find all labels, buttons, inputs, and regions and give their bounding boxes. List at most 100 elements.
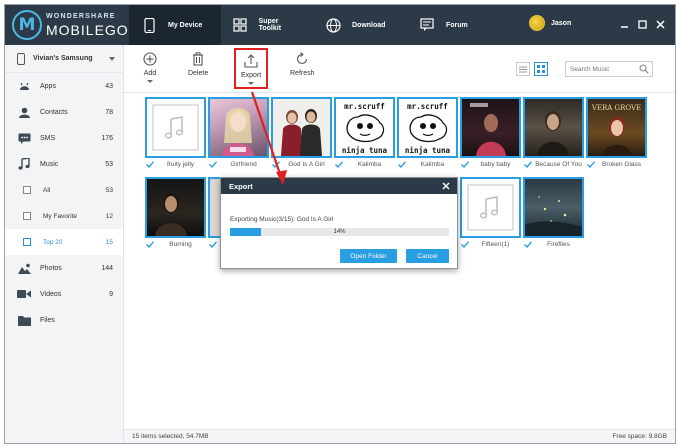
toolkit-grid-icon	[233, 17, 248, 33]
music-item[interactable]: Burning	[145, 177, 206, 249]
dialog-header: Export	[221, 178, 457, 194]
music-item[interactable]: fruity jelly	[145, 97, 206, 169]
checkmark-icon[interactable]	[208, 239, 218, 249]
music-item[interactable]: baby baby	[460, 97, 521, 169]
sidebar-subitem-my-favorite[interactable]: My Favorite 12	[5, 203, 123, 229]
music-note-placeholder-icon	[467, 184, 514, 231]
music-item[interactable]: mr.scruff ninja tuna Kalimba	[397, 97, 458, 169]
playlist-icon	[23, 186, 31, 194]
globe-icon	[325, 17, 341, 33]
music-item[interactable]: Fifteen(1)	[460, 177, 521, 249]
grid-view-button[interactable]	[534, 62, 548, 76]
close-icon	[655, 19, 665, 29]
playlist-icon	[23, 212, 31, 220]
sidebar-item-photos[interactable]: Photos 144	[5, 255, 123, 281]
album-cover	[145, 97, 206, 158]
album-cover	[271, 97, 332, 158]
music-item-footer: fruity jelly	[145, 159, 206, 169]
tab-my-device[interactable]: My Device	[129, 5, 221, 45]
close-window-button[interactable]	[651, 17, 669, 31]
checkmark-icon[interactable]	[145, 159, 155, 169]
music-item-title: baby baby	[480, 160, 511, 168]
open-folder-button[interactable]: Open Folder	[340, 249, 397, 263]
sidebar-subitem-label: My Favorite	[43, 212, 77, 220]
grid-icon	[537, 65, 545, 73]
checkmark-icon[interactable]	[208, 159, 218, 169]
music-item[interactable]: Fireflies	[523, 177, 584, 249]
checkmark-icon[interactable]	[523, 239, 533, 249]
album-art-abstract	[525, 196, 582, 236]
checkmark-icon[interactable]	[145, 239, 155, 249]
music-item[interactable]: mr.scruff ninja tuna Kalimba	[334, 97, 395, 169]
sidebar-item-files[interactable]: Files	[5, 307, 123, 333]
checkmark-icon[interactable]	[586, 159, 596, 169]
sidebar-item-videos[interactable]: Videos 9	[5, 281, 123, 307]
delete-button[interactable]: Delete	[188, 51, 208, 77]
album-art-mr-scruff: mr.scruff ninja tuna	[399, 99, 456, 156]
sms-icon	[17, 132, 31, 144]
list-view-button[interactable]	[516, 62, 530, 76]
export-button[interactable]: Export	[234, 48, 269, 89]
search-box	[565, 61, 653, 77]
music-item-footer: Burning	[145, 239, 206, 249]
music-item[interactable]: VERA GROVE Broken Glass	[586, 97, 647, 169]
sidebar-subitem-count: 53	[105, 186, 113, 194]
checkmark-icon[interactable]	[460, 239, 470, 249]
device-name: Vivian's Samsung	[33, 55, 93, 62]
export-label: Export	[241, 72, 262, 79]
dialog-close-button[interactable]	[441, 181, 451, 191]
tab-super-toolkit-label: Super Toolkit	[258, 18, 282, 32]
sidebar-subitem-all[interactable]: All 53	[5, 177, 123, 203]
checkmark-icon[interactable]	[460, 159, 470, 169]
user-name: Jason	[551, 19, 572, 27]
minimize-button[interactable]	[615, 17, 633, 31]
add-button[interactable]: Add	[142, 51, 158, 83]
tab-download[interactable]: Download	[313, 5, 407, 45]
maximize-button[interactable]	[633, 17, 651, 31]
logo-mark: M	[12, 10, 42, 40]
contacts-icon	[17, 106, 31, 118]
cover-text-bottom: ninja tuna	[342, 146, 388, 155]
sidebar-subitem-count: 15	[105, 238, 113, 246]
music-note-placeholder-icon	[152, 104, 199, 151]
sidebar-item-label: Files	[40, 316, 55, 324]
user-account[interactable]: Jason	[529, 15, 571, 31]
tab-forum[interactable]: Forum	[407, 5, 503, 45]
music-item-footer: Fireflies	[523, 239, 584, 249]
sidebar-item-sms[interactable]: SMS 176	[5, 125, 123, 151]
search-input[interactable]	[570, 65, 638, 73]
music-item[interactable]: Girlfriend	[208, 97, 269, 169]
refresh-button[interactable]: Refresh	[290, 51, 315, 77]
music-item-footer: baby baby	[460, 159, 521, 169]
sidebar-subitem-top-20[interactable]: Top 20 15	[5, 229, 123, 255]
cancel-button[interactable]: Cancel	[406, 249, 449, 263]
album-cover: mr.scruff ninja tuna	[397, 97, 458, 158]
checkmark-icon[interactable]	[397, 159, 407, 169]
tab-super-toolkit[interactable]: Super Toolkit	[221, 5, 313, 45]
apps-icon	[17, 80, 31, 92]
sidebar-item-count: 43	[105, 82, 113, 90]
toolbar: Add Delete Export Refresh	[124, 45, 675, 93]
checkmark-icon[interactable]	[523, 159, 533, 169]
device-selector[interactable]: Vivian's Samsung	[5, 45, 123, 73]
checkmark-icon[interactable]	[334, 159, 344, 169]
album-cover: mr.scruff ninja tuna	[334, 97, 395, 158]
sidebar-item-contacts[interactable]: Contacts 78	[5, 99, 123, 125]
checkmark-icon[interactable]	[271, 159, 281, 169]
sidebar-item-count: 78	[105, 108, 113, 116]
logo-product-text: MOBILEGO	[46, 22, 129, 38]
album-cover	[460, 97, 521, 158]
music-item[interactable]: Because Of You	[523, 97, 584, 169]
tab-my-device-label: My Device	[168, 21, 203, 29]
export-progress-bar: 14%	[230, 228, 449, 236]
album-art-duo	[273, 99, 330, 156]
music-item[interactable]: God Is A Girl	[271, 97, 332, 169]
search-icon[interactable]	[639, 64, 649, 74]
cover-text-top: mr.scruff	[407, 102, 448, 111]
album-art-mr-scruff: mr.scruff ninja tuna	[336, 99, 393, 156]
photos-icon	[17, 262, 31, 274]
sidebar-item-apps[interactable]: Apps 43	[5, 73, 123, 99]
sidebar-item-music[interactable]: Music 53	[5, 151, 123, 177]
album-cover	[523, 97, 584, 158]
device-phone-icon	[17, 52, 25, 65]
